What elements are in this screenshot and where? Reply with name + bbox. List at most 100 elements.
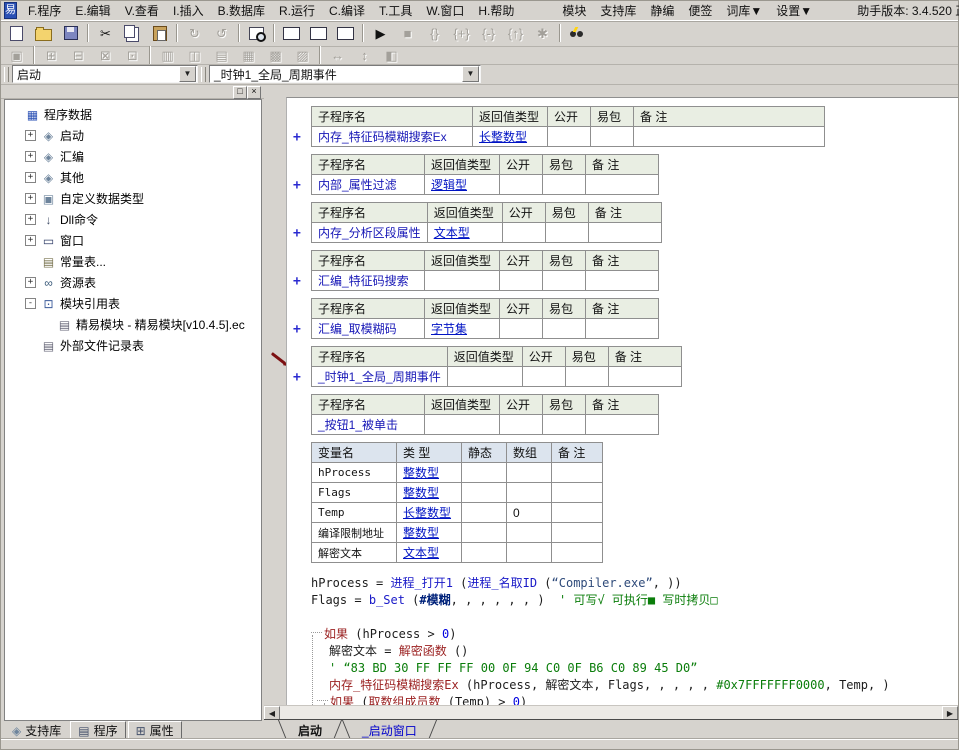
expand-rows-button[interactable]: + <box>293 227 301 240</box>
event-combobox[interactable]: _时钟1_全局_周期事件 ▼ <box>209 65 481 83</box>
window-split-top-button[interactable] <box>306 22 331 45</box>
expand-rows-button[interactable]: + <box>293 323 301 336</box>
menu-extra-item[interactable]: 模块 <box>555 2 593 19</box>
note-cell[interactable] <box>586 175 659 195</box>
tree-expander[interactable]: + <box>25 151 36 162</box>
tree-expander[interactable]: - <box>25 298 36 309</box>
subroutine-name-cell[interactable]: 内存_分析区段属性 <box>312 223 428 243</box>
static-cell[interactable] <box>462 543 507 563</box>
fuzzy-search-button[interactable] <box>565 22 590 45</box>
variable-name-cell[interactable]: Flags <box>312 483 397 503</box>
menu-item[interactable]: I.插入 <box>166 2 211 19</box>
close-panel-button[interactable]: × <box>247 86 261 99</box>
tree-item[interactable]: +◈启动 <box>5 125 261 146</box>
return-type-cell[interactable] <box>447 367 522 387</box>
code-line[interactable] <box>311 609 958 626</box>
editor-content[interactable]: +子程序名返回值类型公开易包备 注内存_特征码模糊搜索Ex长整数型+子程序名返回… <box>286 97 958 706</box>
static-cell[interactable] <box>462 523 507 543</box>
note-cell[interactable] <box>634 127 825 147</box>
epackage-cell[interactable] <box>543 319 586 339</box>
scroll-right-button[interactable]: ▶ <box>942 706 958 720</box>
tree-expander[interactable]: + <box>25 235 36 246</box>
run-button[interactable]: ▶ <box>368 22 393 45</box>
return-type-cell[interactable]: 文本型 <box>427 223 502 243</box>
epackage-cell[interactable] <box>543 271 586 291</box>
variable-type-cell[interactable]: 长整数型 <box>397 503 462 523</box>
public-cell[interactable] <box>500 415 543 435</box>
return-type-cell[interactable] <box>425 415 500 435</box>
open-file-button[interactable] <box>31 22 56 45</box>
menu-item[interactable]: H.帮助 <box>471 2 521 19</box>
return-type-cell[interactable]: 逻辑型 <box>425 175 500 195</box>
variable-name-cell[interactable]: 编译限制地址 <box>312 523 397 543</box>
array-cell[interactable]: 0 <box>507 503 552 523</box>
tree-expander[interactable]: + <box>25 130 36 141</box>
expand-rows-button[interactable]: + <box>293 131 301 144</box>
note-cell[interactable] <box>552 483 603 503</box>
code-line[interactable]: hProcess = 进程_打开1 (进程_名取ID (“Compiler.ex… <box>311 575 958 592</box>
menu-item[interactable]: T.工具 <box>372 2 419 19</box>
static-cell[interactable] <box>462 503 507 523</box>
epackage-cell[interactable] <box>543 415 586 435</box>
code-line[interactable]: 如果 (hProcess > 0) <box>311 626 958 643</box>
subroutine-name-cell[interactable]: 内部_属性过滤 <box>312 175 425 195</box>
chevron-down-icon[interactable]: ▼ <box>179 66 196 82</box>
tree-item[interactable]: ▤外部文件记录表 <box>5 335 261 356</box>
note-cell[interactable] <box>552 463 603 483</box>
array-cell[interactable] <box>507 543 552 563</box>
variable-name-cell[interactable]: Temp <box>312 503 397 523</box>
public-cell[interactable] <box>500 271 543 291</box>
tree-expander[interactable]: + <box>25 172 36 183</box>
menu-item[interactable]: W.窗口 <box>419 2 471 19</box>
tree-item[interactable]: ▤精易模块 - 精易模块[v10.4.5].ec <box>5 314 261 335</box>
tree-item[interactable]: +◈其他 <box>5 167 261 188</box>
save-button[interactable] <box>58 22 83 45</box>
panel-tab-properties[interactable]: ⊞属性 <box>128 721 182 740</box>
expand-rows-button[interactable]: + <box>293 275 301 288</box>
code-line[interactable]: 解密文本 = 解密函数 () <box>311 643 958 660</box>
tree-item[interactable]: +◈汇编 <box>5 146 261 167</box>
scroll-left-button[interactable]: ◀ <box>264 706 280 720</box>
public-cell[interactable] <box>522 367 565 387</box>
tree-item[interactable]: +∞资源表 <box>5 272 261 293</box>
window-split-left-button[interactable] <box>279 22 304 45</box>
static-cell[interactable] <box>462 463 507 483</box>
tree-item[interactable]: +▣自定义数据类型 <box>5 188 261 209</box>
cut-button[interactable]: ✂ <box>93 22 118 45</box>
subroutine-name-cell[interactable]: 汇编_特征码搜索 <box>312 271 425 291</box>
variable-name-cell[interactable]: 解密文本 <box>312 543 397 563</box>
chevron-down-icon[interactable]: ▼ <box>462 66 479 82</box>
float-panel-button[interactable]: □ <box>233 86 247 99</box>
menu-extra-item[interactable]: 设置▼ <box>769 2 819 19</box>
tree-item[interactable]: +↓Dll命令 <box>5 209 261 230</box>
epackage-cell[interactable] <box>543 175 586 195</box>
new-file-button[interactable] <box>4 22 29 45</box>
code-line[interactable]: Flags = b_Set (#模糊, , , , , , ) ' 可写√ 可执… <box>311 592 958 609</box>
variable-type-cell[interactable]: 整数型 <box>397 523 462 543</box>
subroutine-name-cell[interactable]: 汇编_取模糊码 <box>312 319 425 339</box>
subroutine-name-cell[interactable]: 内存_特征码模糊搜索Ex <box>312 127 473 147</box>
panel-tab-support-lib[interactable]: ◈支持库 <box>5 722 68 739</box>
tree-item[interactable]: ▤常量表... <box>5 251 261 272</box>
note-cell[interactable] <box>586 271 659 291</box>
menu-extra-item[interactable]: 便签 <box>681 2 719 19</box>
epackage-cell[interactable] <box>591 127 634 147</box>
subroutine-name-cell[interactable]: _时钟1_全局_周期事件 <box>312 367 448 387</box>
array-cell[interactable] <box>507 523 552 543</box>
tree-item[interactable]: -⊡模块引用表 <box>5 293 261 314</box>
note-cell[interactable] <box>552 523 603 543</box>
static-cell[interactable] <box>462 483 507 503</box>
menu-item[interactable]: F.程序 <box>21 2 68 19</box>
epackage-cell[interactable] <box>565 367 608 387</box>
array-cell[interactable] <box>507 483 552 503</box>
tree-expander[interactable]: + <box>25 277 36 288</box>
horizontal-scrollbar[interactable]: ◀ ▶ <box>264 705 958 720</box>
window-split-grid-button[interactable] <box>333 22 358 45</box>
epackage-cell[interactable] <box>545 223 588 243</box>
panel-tab-program[interactable]: ▤程序 <box>70 721 125 740</box>
scope-combobox[interactable]: 启动 ▼ <box>12 65 198 83</box>
note-cell[interactable] <box>586 319 659 339</box>
return-type-cell[interactable] <box>425 271 500 291</box>
subroutine-name-cell[interactable]: _按钮1_被单击 <box>312 415 425 435</box>
note-cell[interactable] <box>552 543 603 563</box>
